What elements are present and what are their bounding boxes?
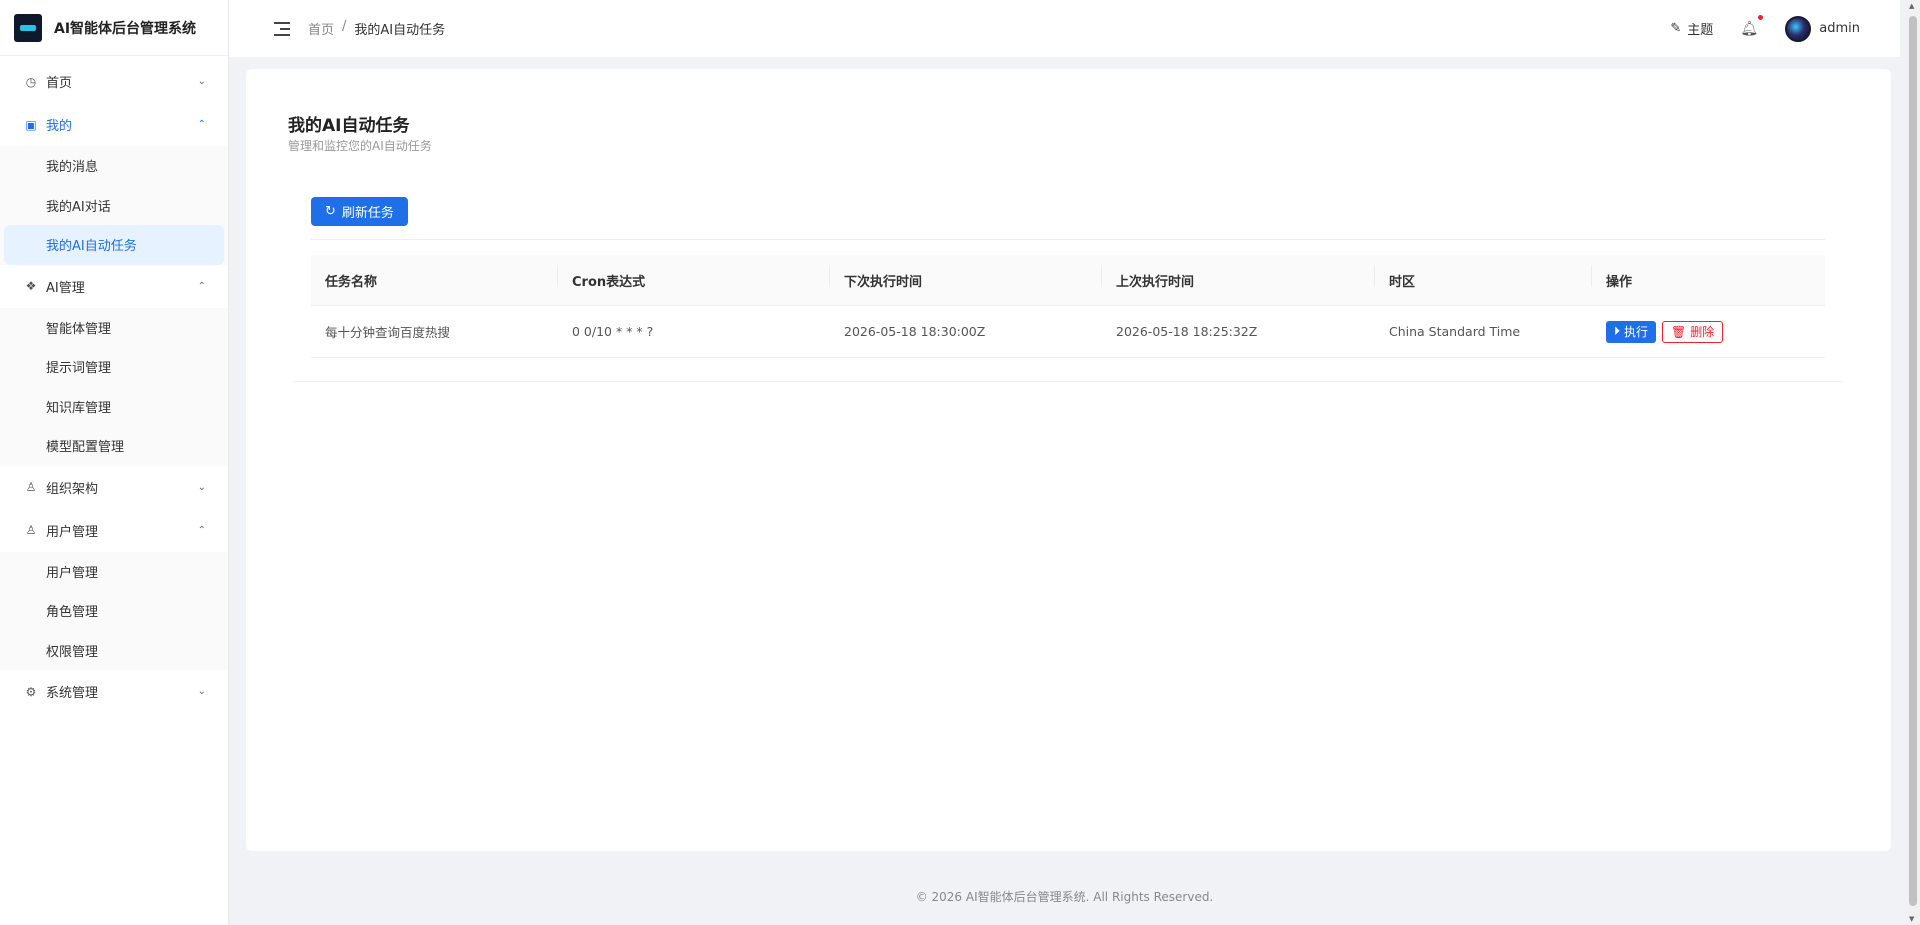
sidebar-item-knowledge-base[interactable]: 知识库管理 [0, 387, 228, 427]
column-header: 任务名称 [311, 264, 558, 290]
table-row: 每十分钟查询百度热搜 0 0/10 * * * ? 2026-05-18 18:… [311, 306, 1825, 358]
sidebar-group-label: AI管理 [46, 280, 85, 296]
submenu-user-management: 用户管理 角色管理 权限管理 [0, 551, 228, 671]
divider [311, 239, 1825, 240]
sidebar-item-users[interactable]: 用户管理 [0, 552, 228, 592]
paint-brush-icon: ✎ [1670, 21, 1682, 36]
sidebar-group-label: 用户管理 [46, 524, 99, 540]
menu-collapse-icon[interactable] [274, 21, 290, 36]
sidebar-item-roles[interactable]: 角色管理 [0, 591, 228, 631]
column-header: 操作 [1606, 274, 1633, 290]
scroll-up-icon[interactable]: ▲ [1909, 2, 1914, 10]
sidebar-item-model-config[interactable]: 模型配置管理 [0, 426, 228, 466]
execute-button[interactable]: ⏵ 执行 [1606, 320, 1657, 343]
sidebar-item-agent-management[interactable]: 智能体管理 [0, 308, 228, 348]
sidebar-group-label: 系统管理 [46, 686, 99, 701]
sidebar: AI智能体后台管理系统 ◷ 首页 ⌄ ▣ 我的 ⌃ 我的消息 我的AI对话 我的… [0, 0, 229, 925]
trash-icon: 🗑︎ [1671, 324, 1687, 339]
brand-logo [14, 13, 42, 42]
chevron-up-icon: ⌃ [197, 524, 206, 536]
user-icon: ♙ [25, 480, 37, 494]
brand: AI智能体后台管理系统 [0, 0, 228, 56]
dashboard-icon: ◷ [25, 74, 37, 89]
sidebar-item-permissions[interactable]: 权限管理 [0, 631, 228, 671]
column-header: 上次执行时间 [1102, 264, 1375, 290]
task-name-cell: 每十分钟查询百度热搜 [325, 325, 451, 340]
next-run-cell: 2026-05-18 18:30:00Z [844, 324, 986, 339]
page-scrollbar[interactable]: ▲ ▼ [1906, 0, 1920, 925]
refresh-label: 刷新任务 [341, 206, 394, 221]
theme-label: 主题 [1687, 23, 1714, 38]
chevron-up-icon: ⌃ [197, 280, 206, 292]
cron-cell: 0 0/10 * * * ? [572, 324, 654, 339]
table-header: 任务名称 Cron表达式 下次执行时间 上次执行时间 时区 操作 [311, 255, 1825, 306]
column-header: 时区 [1375, 264, 1592, 290]
chevron-up-icon: ⌃ [197, 119, 206, 130]
notification-bell-icon[interactable]: 🔔︎ [1740, 14, 1764, 37]
row-actions: ⏵ 执行 🗑︎ 删除 [1606, 320, 1825, 343]
sidebar-item-my-ai-chat[interactable]: 我的AI对话 [0, 186, 228, 226]
play-icon: ⏵ [1614, 324, 1621, 338]
sidebar-group-organization[interactable]: ♙ 组织架构 ⌄ [0, 466, 228, 509]
submenu-ai-management: 智能体管理 提示词管理 知识库管理 模型配置管理 [0, 307, 228, 466]
scroll-down-icon[interactable]: ▼ [1909, 915, 1914, 923]
breadcrumb-home[interactable]: 首页 [308, 19, 334, 38]
sidebar-group-label: 我的 [46, 119, 73, 134]
column-header: 下次执行时间 [830, 264, 1102, 290]
theme-button[interactable]: ✎ 主题 [1670, 19, 1713, 38]
brand-title: AI智能体后台管理系统 [54, 20, 197, 37]
sidebar-group-mine[interactable]: ▣ 我的 ⌃ [0, 103, 228, 146]
execute-label: 执行 [1624, 325, 1649, 339]
header-actions: ✎ 主题 🔔︎ admin [1670, 0, 1860, 57]
profile-icon: ▣ [25, 117, 37, 132]
sidebar-menu: ◷ 首页 ⌄ ▣ 我的 ⌃ 我的消息 我的AI对话 我的AI自动任务 ❖ AI管… [0, 56, 228, 713]
chevron-down-icon: ⌄ [197, 686, 206, 697]
top-header: 首页 / 我的AI自动任务 ✎ 主题 🔔︎ admin [229, 0, 1900, 57]
breadcrumb: 首页 / 我的AI自动任务 [308, 19, 445, 38]
sidebar-group-label: 组织架构 [46, 481, 99, 497]
avatar [1785, 15, 1812, 42]
gear-icon: ⚙ [25, 684, 37, 699]
user-menu[interactable]: admin [1785, 15, 1860, 42]
delete-button[interactable]: 🗑︎ 删除 [1662, 320, 1724, 343]
sidebar-group-system[interactable]: ⚙ 系统管理 ⌄ [0, 670, 228, 713]
breadcrumb-current: 我的AI自动任务 [354, 23, 446, 38]
refresh-tasks-button[interactable]: ↻ 刷新任务 [311, 197, 408, 226]
breadcrumb-separator: / [342, 19, 347, 34]
notification-dot [1758, 14, 1764, 20]
timezone-cell: China Standard Time [1389, 324, 1521, 339]
column-header: Cron表达式 [558, 264, 830, 290]
sidebar-group-home[interactable]: ◷ 首页 ⌄ [0, 60, 228, 103]
divider [293, 381, 1843, 382]
last-run-cell: 2026-05-18 18:25:32Z [1116, 324, 1258, 339]
ai-icon: ❖ [25, 279, 37, 293]
tasks-table: 任务名称 Cron表达式 下次执行时间 上次执行时间 时区 操作 每十分钟查询百… [311, 255, 1825, 358]
scrollbar-thumb[interactable] [1909, 16, 1917, 906]
main-card: 我的AI自动任务 管理和监控您的AI自动任务 ↻ 刷新任务 任务名称 Cron表… [246, 69, 1891, 851]
user-icon: ♙ [25, 523, 37, 537]
refresh-icon: ↻ [325, 204, 336, 219]
sidebar-item-my-messages[interactable]: 我的消息 [0, 146, 228, 186]
delete-label: 删除 [1690, 325, 1715, 339]
footer: © 2026 AI智能体后台管理系统. All Rights Reserved. [915, 890, 1214, 904]
submenu-mine: 我的消息 我的AI对话 我的AI自动任务 [0, 146, 228, 265]
sidebar-group-label: 首页 [46, 76, 73, 91]
page-title: 我的AI自动任务 [288, 116, 410, 136]
sidebar-group-user-management[interactable]: ♙ 用户管理 ⌃ [0, 509, 228, 552]
bell-glyph: 🔔︎ [1740, 20, 1759, 37]
chevron-down-icon: ⌄ [197, 481, 206, 493]
actions-cell: ⏵ 执行 🗑︎ 删除 [1592, 320, 1825, 343]
sidebar-item-prompt-management[interactable]: 提示词管理 [0, 347, 228, 387]
page-subtitle: 管理和监控您的AI自动任务 [288, 139, 432, 153]
username: admin [1819, 21, 1860, 36]
chevron-down-icon: ⌄ [197, 76, 206, 87]
sidebar-group-ai-management[interactable]: ❖ AI管理 ⌃ [0, 265, 228, 308]
sidebar-item-my-ai-tasks[interactable]: 我的AI自动任务 [4, 225, 224, 265]
